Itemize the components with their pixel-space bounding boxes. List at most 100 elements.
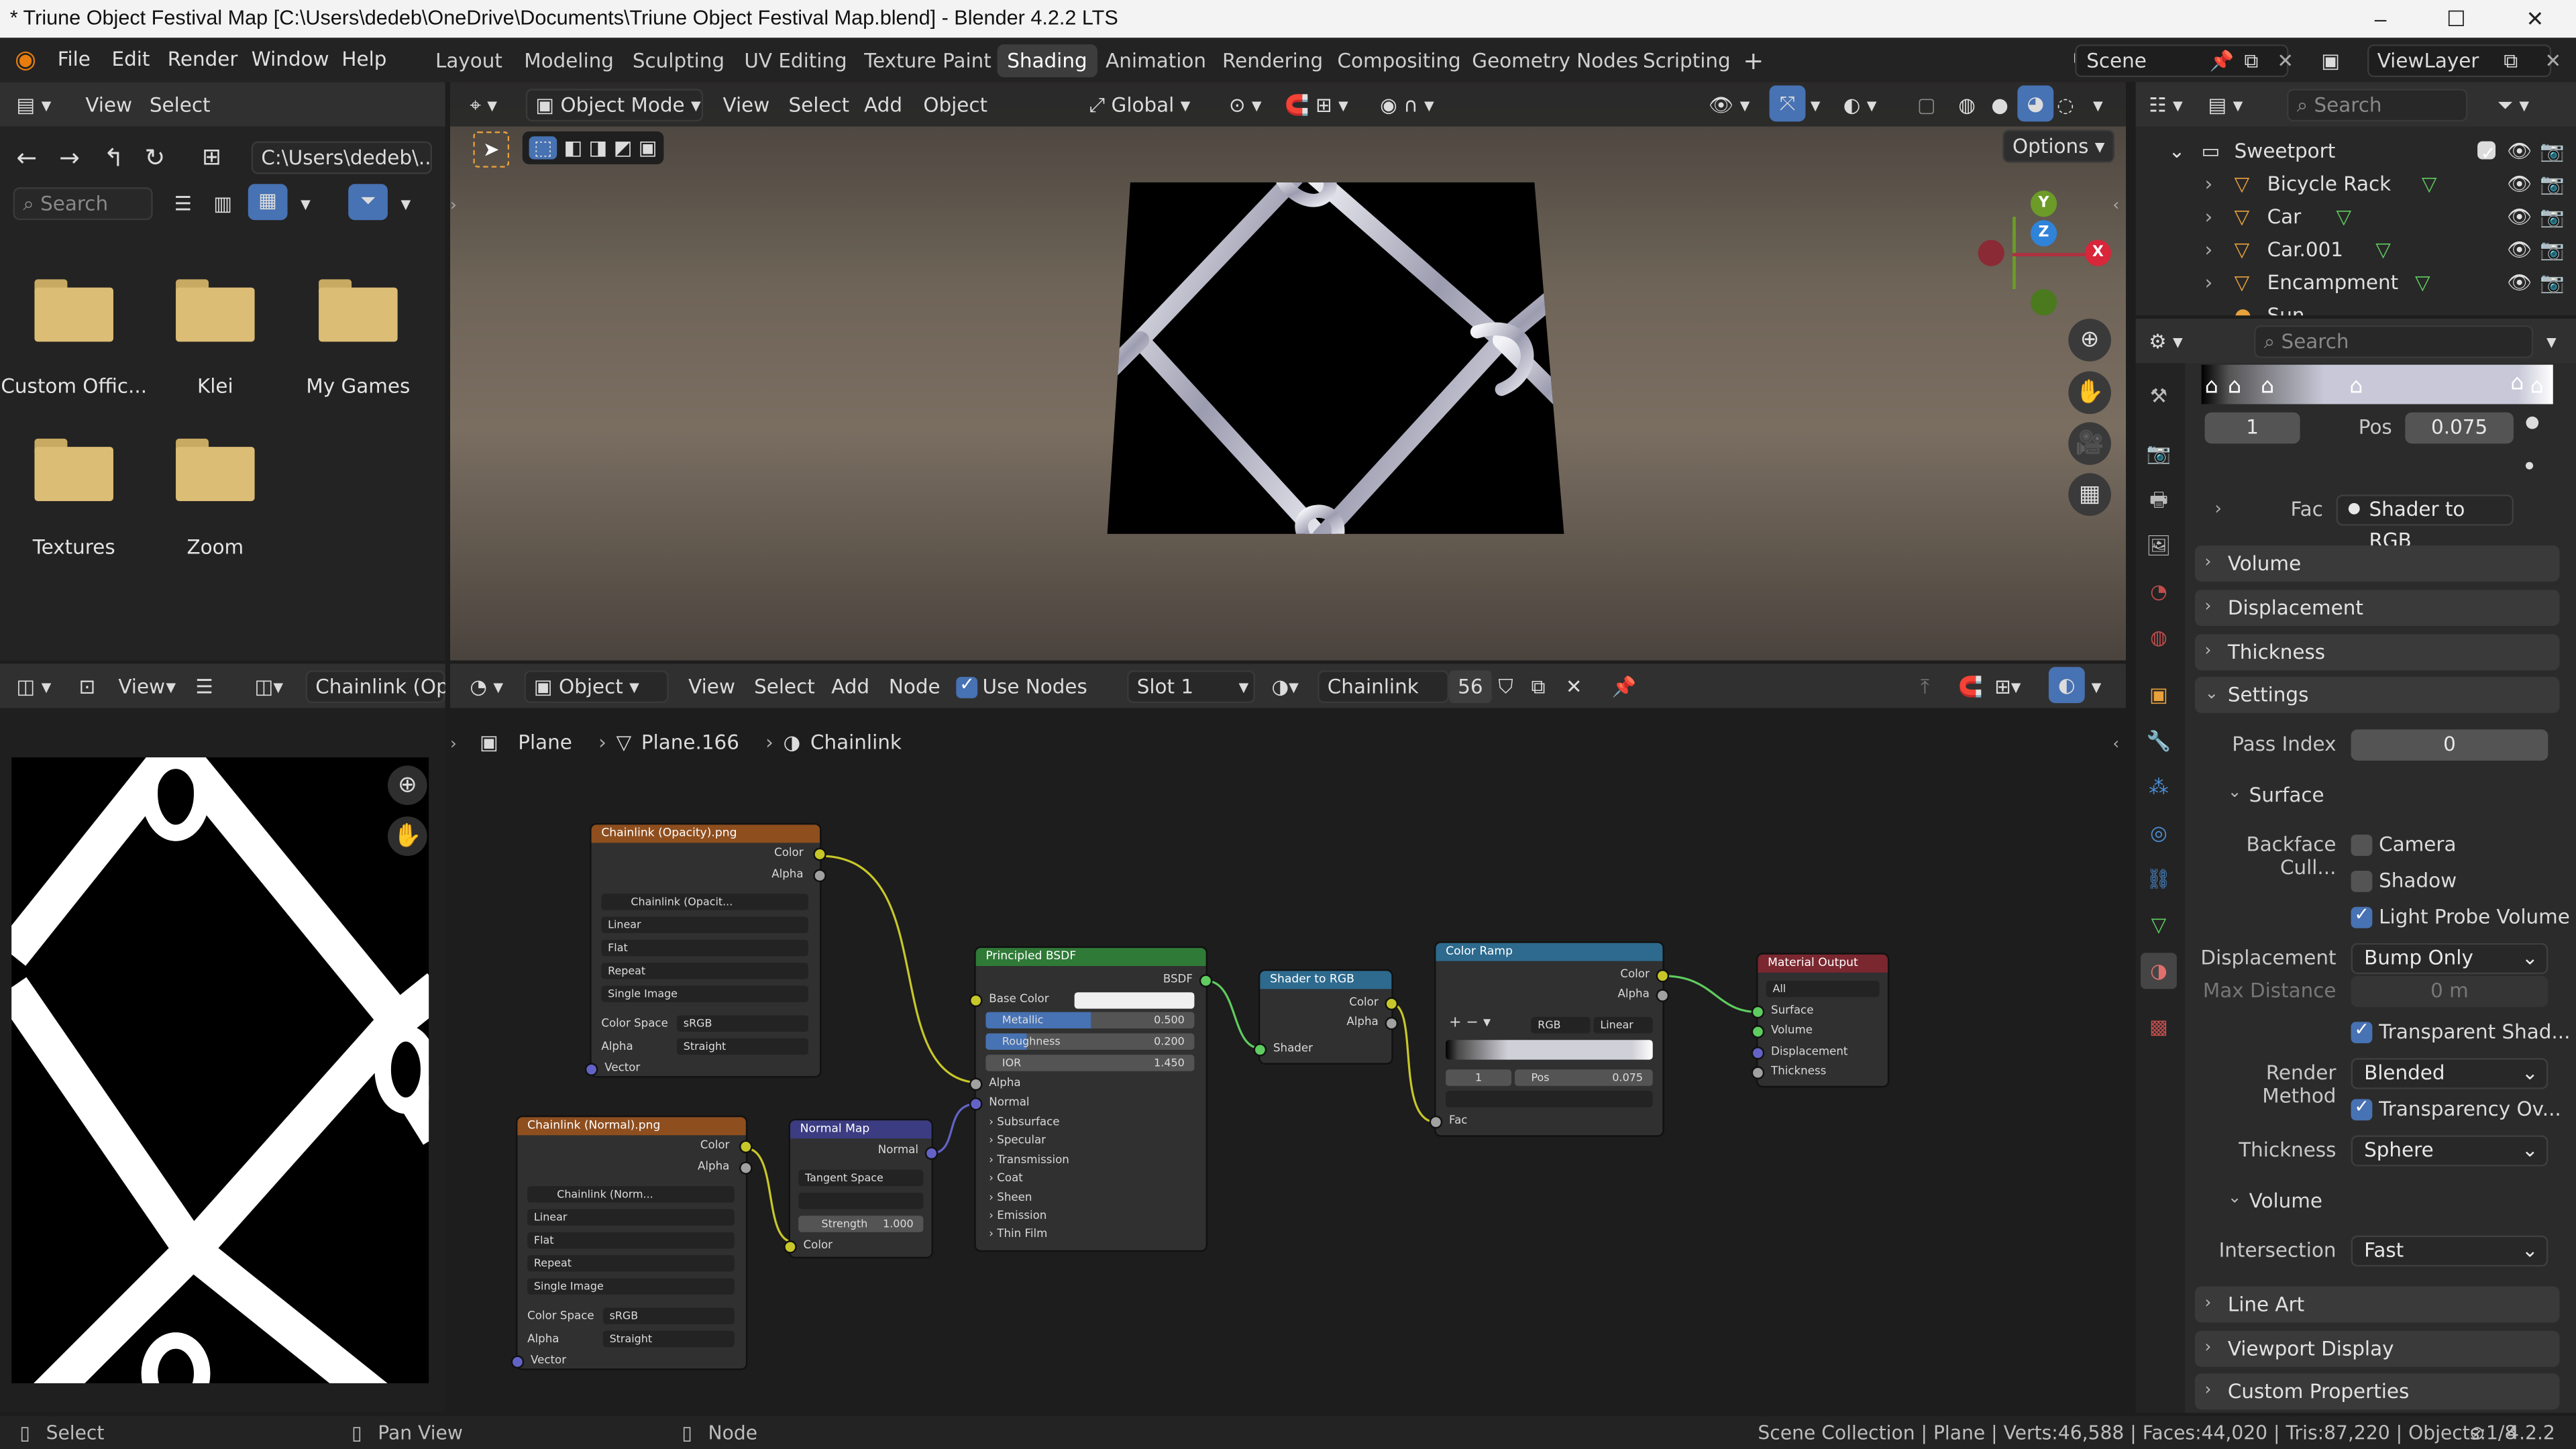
maximize-button[interactable]: ☐ (2418, 0, 2494, 38)
object-name[interactable]: Bicycle Rack (2267, 168, 2392, 201)
image-view-dropdown-icon[interactable]: ▾ (166, 670, 176, 703)
data-tab-icon[interactable]: ▽ (2144, 910, 2174, 940)
folder-label[interactable]: Klei (142, 374, 289, 397)
camera-icon[interactable]: 📷 (2540, 233, 2565, 266)
folder-icon[interactable] (319, 279, 398, 342)
uv-map-field[interactable] (798, 1192, 924, 1210)
keyframe-dot-icon[interactable]: ● (2525, 460, 2534, 472)
mesh-data-icon[interactable]: ▽ (2336, 201, 2351, 233)
viewport-object-menu[interactable]: Object (923, 89, 987, 121)
ramp-add-remove-icons[interactable]: + − ▾ (1449, 1016, 1491, 1032)
node-editor[interactable]: ◔ ▾ ▣ Object ▾ View Select Add Node Use … (450, 663, 2127, 1413)
folder-label[interactable]: My Games (284, 374, 432, 397)
ramp-stop-color[interactable] (1446, 1091, 1653, 1108)
pass-index-field[interactable]: 0 (2351, 729, 2548, 761)
socket-alpha-out[interactable] (1658, 990, 1668, 1001)
solid-shading-icon[interactable]: ● (1991, 89, 2008, 121)
socket-alpha-out[interactable] (741, 1163, 751, 1173)
chevron-right-icon[interactable]: › (2205, 201, 2213, 233)
filter-dropdown-icon[interactable]: ▾ (401, 187, 411, 220)
tab-animation[interactable]: Animation (1095, 44, 1216, 77)
socket-base-color-in[interactable] (971, 996, 981, 1006)
pivot-icon[interactable]: ⊙ ▾ (1229, 89, 1262, 121)
tab-sculpting[interactable]: Sculpting (623, 44, 735, 77)
tab-shading[interactable]: Shading (997, 44, 1097, 78)
editor-type-icon[interactable]: ☷ ▾ (2149, 89, 2182, 121)
node-header[interactable]: Material Output (1758, 954, 1888, 973)
collection-name[interactable]: Sweetport (2235, 135, 2336, 168)
node-header[interactable]: Normal Map (790, 1120, 932, 1139)
source-dropdown[interactable]: Single Image (527, 1278, 735, 1295)
new-view-layer-icon[interactable]: ⧉ (2504, 44, 2518, 77)
menu-file[interactable]: File (58, 48, 91, 70)
texture-tab-icon[interactable]: ▩ (2144, 1012, 2174, 1042)
ramp-stop-icon[interactable]: ⌂ (2530, 374, 2543, 399)
panel-custom-properties[interactable]: › Custom Properties (2194, 1373, 2560, 1410)
proportional-edit-icon[interactable]: ◉ ∩ ▾ (1380, 89, 1434, 121)
tab-modeling[interactable]: Modeling (515, 44, 624, 77)
folder-label[interactable]: Textures (0, 535, 148, 558)
max-distance-field[interactable]: 0 m (2351, 975, 2548, 1008)
tab-texture-paint[interactable]: Texture Paint (854, 44, 1001, 77)
target-dropdown[interactable]: All (1766, 981, 1880, 998)
node-header[interactable]: Shader to RGB (1260, 971, 1392, 989)
viewport-select-menu[interactable]: Select (789, 89, 850, 121)
fac-link-field[interactable]: ● Shader to RGB (2336, 494, 2514, 552)
new-folder-icon[interactable]: ⊞ (202, 142, 221, 174)
socket-vector-in[interactable] (586, 1064, 596, 1075)
projection-dropdown[interactable]: Flat (527, 1232, 735, 1249)
panel-thickness[interactable]: › Thickness (2194, 634, 2560, 671)
image-view-menu[interactable]: View (118, 670, 165, 703)
image-mode-icon[interactable]: ⊡ (79, 670, 96, 703)
strength-field[interactable]: Strength 1.000 (798, 1216, 924, 1232)
mesh-data-icon[interactable]: ▽ (2422, 168, 2437, 201)
normal-map-node[interactable]: Normal Map Normal Tangent Space Strength… (785, 1120, 936, 1257)
socket-normal-out[interactable] (926, 1148, 936, 1159)
color-space-dropdown[interactable]: sRGB (602, 1307, 735, 1324)
ramp-stop-icon[interactable]: ⌂ (2349, 374, 2363, 399)
socket-thickness-in[interactable] (1753, 1067, 1763, 1078)
rendered-shading-icon[interactable]: ◌ (2057, 89, 2074, 121)
source-dropdown[interactable]: Single Image (601, 985, 808, 1002)
panel-thin-film[interactable]: › Thin Film (989, 1227, 1047, 1242)
modifier-tab-icon[interactable]: 🔧 (2144, 726, 2174, 755)
chevron-down-icon[interactable]: ⌄ (2169, 135, 2186, 168)
eye-icon[interactable]: 👁 (2507, 233, 2532, 266)
vertical-list-icon[interactable]: ☰ (174, 187, 192, 220)
ramp-index-field[interactable]: 1 (2204, 412, 2300, 444)
backface-shadow-checkbox[interactable] (2351, 870, 2373, 892)
chevron-right-icon[interactable]: › (2205, 168, 2213, 201)
editor-type-icon[interactable]: ◫ ▾ (16, 670, 51, 703)
node-header[interactable]: Principled BSDF (975, 948, 1206, 967)
panel-line-art[interactable]: › Line Art (2194, 1286, 2560, 1323)
render-tab-icon[interactable]: 📷 (2144, 439, 2174, 468)
folder-icon[interactable] (176, 438, 255, 501)
properties-options-icon[interactable]: ▾ (2546, 325, 2557, 358)
socket-displacement-in[interactable] (1753, 1048, 1763, 1059)
intersection-dropdown[interactable]: Fast ⌄ (2351, 1235, 2548, 1267)
image-texture-node-opacity[interactable]: Chainlink (Opacity).png Color Alpha Chai… (586, 824, 825, 1077)
zoom-icon[interactable]: ⊕ (387, 765, 427, 806)
object-name[interactable]: Car.001 (2267, 233, 2343, 266)
extension-dropdown[interactable]: Repeat (601, 963, 808, 979)
socket-fac-in[interactable] (1431, 1117, 1441, 1128)
panel-coat[interactable]: › Coat (989, 1171, 1023, 1186)
image-datablock-field[interactable]: Chainlink (Opacit... (601, 894, 808, 910)
mesh-data-icon[interactable]: ▽ (2375, 233, 2391, 266)
socket-volume-in[interactable] (1753, 1026, 1763, 1037)
constraints-tab-icon[interactable]: ⛓ (2144, 864, 2174, 894)
gizmo-x-axis[interactable]: X (2084, 239, 2111, 266)
hamburger-menu-icon[interactable]: ☰ (195, 670, 213, 703)
ramp-interpolation[interactable]: Linear (1593, 1016, 1653, 1034)
color-ramp-bar[interactable] (1446, 1040, 1653, 1060)
panel-emission[interactable]: › Emission (989, 1209, 1046, 1224)
node-header[interactable]: Chainlink (Normal).png (517, 1117, 746, 1136)
3d-viewport[interactable]: ⌖ ▾ ▣ Object Mode ▾ View Select Add Obje… (450, 82, 2127, 661)
thickness-dropdown[interactable]: Sphere ⌄ (2351, 1135, 2548, 1167)
gizmo-toggle-icon[interactable]: ⤧ (1769, 85, 1806, 122)
thumbnails-icon[interactable]: ▦ (248, 184, 288, 221)
folder-label[interactable]: Zoom (142, 535, 289, 558)
file-view-menu[interactable]: View (85, 89, 132, 121)
ramp-stop-index[interactable]: 1 (1446, 1069, 1512, 1086)
camera-icon[interactable]: 📷 (2540, 266, 2565, 299)
